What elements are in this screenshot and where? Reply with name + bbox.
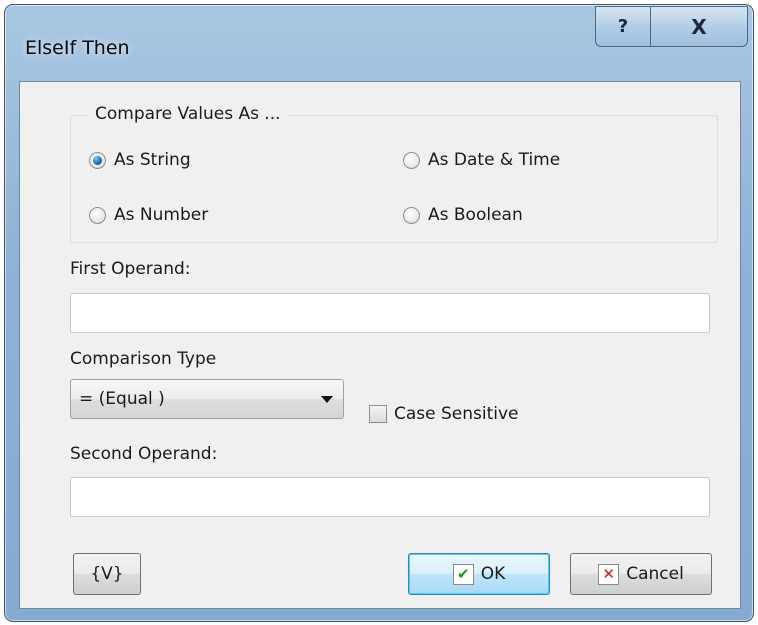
second-operand-label: Second Operand: [70,444,218,464]
radio-as-boolean-indicator[interactable] [403,206,420,224]
radio-as-string-label: As String [114,150,191,170]
variables-button-label: {V} [90,564,124,584]
comparison-type-label: Comparison Type [70,349,217,369]
radio-as-string[interactable]: As String [89,150,191,170]
radio-as-date-time-indicator[interactable] [403,151,420,169]
cross-icon: ✕ [598,563,620,585]
compare-values-legend: Compare Values As ... [89,104,287,124]
case-sensitive-checkbox-row[interactable]: Case Sensitive [369,404,519,424]
compare-values-group: Compare Values As ... As String As Date … [70,104,718,243]
radio-as-date-time-label: As Date & Time [428,150,561,170]
close-button[interactable]: X [650,6,748,47]
ok-button-label: OK [480,564,506,584]
first-operand-label: First Operand: [70,259,191,279]
dialog-window: ElseIf Then ? X Compare Values As ... As… [4,4,754,622]
case-sensitive-checkbox[interactable] [369,405,387,423]
ok-button[interactable]: ✔ OK [408,553,550,595]
help-button[interactable]: ? [595,6,651,47]
radio-as-boolean[interactable]: As Boolean [403,205,523,225]
dialog-client-area: Compare Values As ... As String As Date … [19,81,741,609]
radio-as-string-indicator[interactable] [89,151,106,169]
cancel-button-label: Cancel [626,564,684,584]
case-sensitive-label: Case Sensitive [394,404,519,424]
help-icon: ? [617,16,629,37]
cancel-button[interactable]: ✕ Cancel [570,553,712,595]
radio-as-number-label: As Number [114,205,209,225]
variables-button[interactable]: {V} [73,553,141,595]
radio-as-number-indicator[interactable] [89,206,106,224]
checkmark-icon: ✔ [452,563,474,585]
radio-as-number[interactable]: As Number [89,205,208,225]
radio-as-boolean-label: As Boolean [428,205,523,225]
first-operand-input[interactable] [70,293,710,333]
second-operand-input[interactable] [70,477,710,517]
window-title: ElseIf Then [25,37,130,59]
radio-as-date-time[interactable]: As Date & Time [403,150,560,170]
comparison-type-value: = (Equal ) [79,389,165,409]
chevron-down-icon [321,396,333,403]
close-icon: X [691,14,707,39]
title-bar[interactable]: ElseIf Then ? X [5,5,753,81]
comparison-type-select[interactable]: = (Equal ) [70,379,344,419]
